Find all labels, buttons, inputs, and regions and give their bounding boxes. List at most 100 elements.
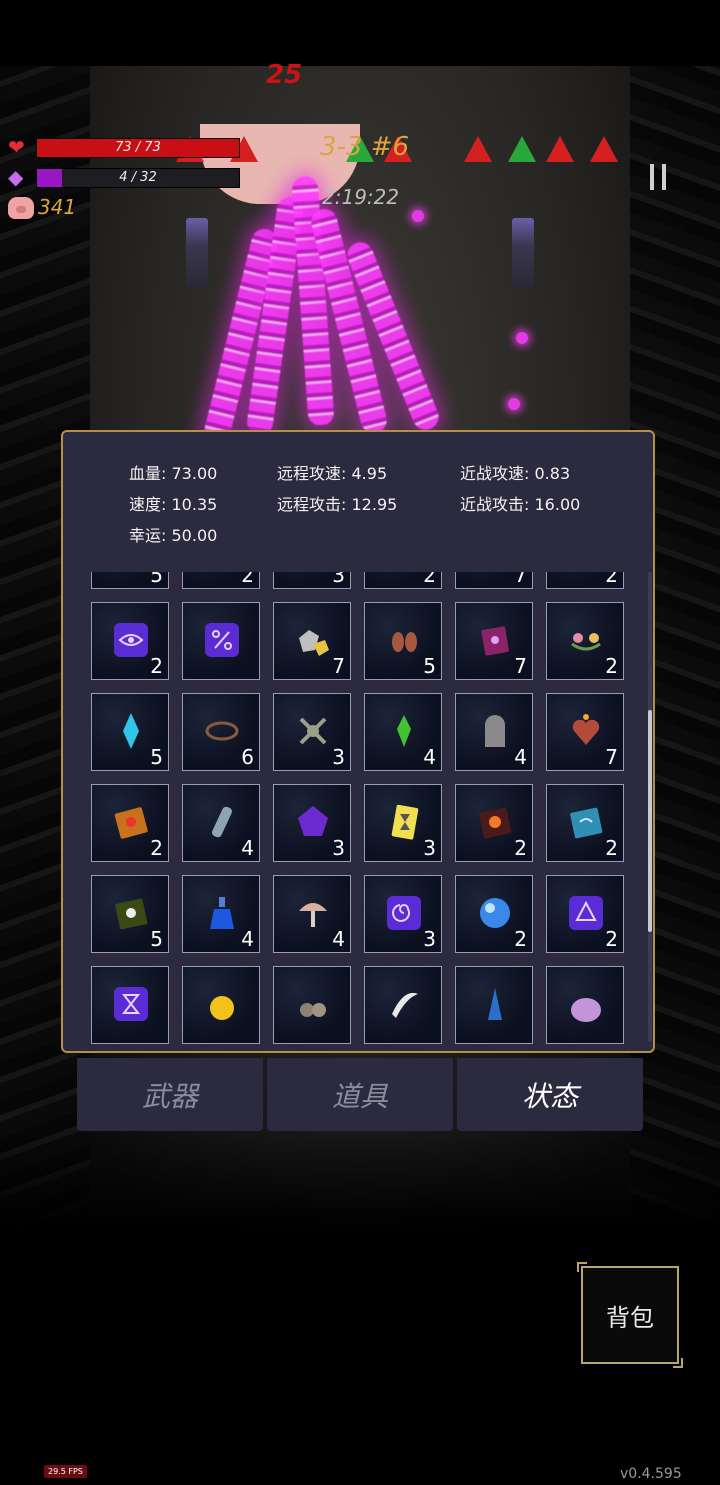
item-slot[interactable] <box>364 966 442 1044</box>
health-text: 73 / 73 <box>115 140 161 155</box>
pause-button[interactable] <box>650 164 668 190</box>
green-skull-book-icon <box>111 893 151 933</box>
tab-weapons[interactable]: 武器 <box>77 1058 263 1131</box>
item-count: 3 <box>423 927 436 951</box>
item-count: 4 <box>514 745 527 769</box>
item-count: 6 <box>241 745 254 769</box>
stat-hp: 血量: 73.00 <box>129 464 218 483</box>
crystal-ball-icon <box>475 893 515 933</box>
run-timer: 2:19:22 <box>322 185 400 209</box>
item-count: 2 <box>423 572 436 587</box>
stat-melee-speed: 近战攻速: 0.83 <box>460 464 571 483</box>
item-slot[interactable]: 4 <box>273 875 351 953</box>
item-slot[interactable] <box>182 966 260 1044</box>
item-slot[interactable]: 3 <box>273 693 351 771</box>
item-grid-viewport[interactable]: 5 2 3 2 7 2 2 7 5 7 2 5 6 3 4 4 7 2 4 3 3 2 2 5 4 4 3 2 2 <box>91 572 631 1048</box>
scrollbar[interactable] <box>648 572 652 1042</box>
item-slot[interactable]: 2 <box>455 784 533 862</box>
item-slot[interactable] <box>455 966 533 1044</box>
item-count: 3 <box>332 572 345 587</box>
health-bar: 73 / 73 <box>36 138 240 158</box>
enemy-marker <box>464 136 492 162</box>
fire-book-icon <box>111 802 151 842</box>
item-slot[interactable] <box>546 966 624 1044</box>
item-count: 7 <box>605 745 618 769</box>
status-panel: 血量: 73.00 远程攻速: 4.95 近战攻速: 0.83 速度: 10.3… <box>61 430 655 1053</box>
item-slot[interactable] <box>91 966 169 1044</box>
item-slot[interactable]: 3 <box>364 784 442 862</box>
item-count: 4 <box>332 927 345 951</box>
item-slot[interactable]: 5 <box>91 572 169 589</box>
item-slot[interactable]: 2 <box>364 572 442 589</box>
percent-rune-icon <box>202 620 242 660</box>
burning-heart-icon <box>566 711 606 751</box>
item-count: 2 <box>605 927 618 951</box>
item-slot[interactable]: 3 <box>364 875 442 953</box>
flower-crown-icon <box>566 620 606 660</box>
item-slot[interactable]: 4 <box>182 875 260 953</box>
stone-pillar <box>512 218 534 288</box>
item-slot[interactable]: 2 <box>546 602 624 680</box>
item-slot[interactable]: 4 <box>455 693 533 771</box>
tab-items[interactable]: 道具 <box>267 1058 453 1131</box>
blue-crystal-icon <box>111 711 151 751</box>
tab-status[interactable]: 状态 <box>457 1058 643 1131</box>
claw-icon <box>384 984 424 1024</box>
tentacle-icon <box>293 711 333 751</box>
item-slot[interactable] <box>182 602 260 680</box>
item-count: 4 <box>423 745 436 769</box>
version-label: v0.4.595 <box>620 1466 682 1482</box>
magic-orb <box>508 398 520 410</box>
damage-number: 25 <box>266 60 303 90</box>
item-count: 5 <box>150 572 163 587</box>
green-gem-icon <box>384 711 424 751</box>
magic-orb <box>412 210 424 222</box>
scrollbar-thumb[interactable] <box>648 710 652 932</box>
item-slot[interactable]: 2 <box>546 875 624 953</box>
bag-button[interactable]: 背包 <box>577 1262 683 1368</box>
potion-vial-icon <box>202 802 242 842</box>
item-slot[interactable]: 3 <box>273 572 351 589</box>
pause-icon <box>650 164 654 190</box>
item-slot[interactable]: 4 <box>364 693 442 771</box>
item-slot[interactable]: 2 <box>546 572 624 589</box>
item-count: 7 <box>332 654 345 678</box>
item-slot[interactable]: 2 <box>455 875 533 953</box>
triangle-rune-icon <box>566 893 606 933</box>
enemy-marker <box>590 136 618 162</box>
item-slot[interactable]: 7 <box>273 602 351 680</box>
item-slot[interactable]: 5 <box>91 693 169 771</box>
blue-spike-icon <box>475 984 515 1024</box>
item-slot[interactable]: 5 <box>364 602 442 680</box>
item-slot[interactable]: 5 <box>91 875 169 953</box>
item-slot[interactable]: 3 <box>273 784 351 862</box>
blue-tome-icon <box>566 802 606 842</box>
item-count: 2 <box>605 572 618 587</box>
stat-speed: 速度: 10.35 <box>129 495 218 514</box>
item-count: 7 <box>514 572 527 587</box>
gold-orb-icon <box>202 984 242 1024</box>
purple-pentagon-gem-icon <box>293 802 333 842</box>
eye-rune-icon <box>111 620 151 660</box>
item-slot[interactable]: 6 <box>182 693 260 771</box>
item-slot[interactable]: 2 <box>91 784 169 862</box>
item-count: 2 <box>514 927 527 951</box>
item-slot[interactable]: 2 <box>182 572 260 589</box>
item-slot[interactable]: 7 <box>455 602 533 680</box>
item-count: 5 <box>423 654 436 678</box>
item-slot[interactable] <box>273 966 351 1044</box>
item-slot[interactable]: 2 <box>91 602 169 680</box>
pause-icon <box>662 164 666 190</box>
stat-melee-attack: 近战攻击: 16.00 <box>460 495 581 514</box>
item-slot[interactable]: 4 <box>182 784 260 862</box>
gloves-icon <box>384 620 424 660</box>
skull-book-icon <box>475 802 515 842</box>
item-count: 2 <box>605 654 618 678</box>
gold-counter: 341 <box>38 195 77 219</box>
item-slot[interactable]: 2 <box>546 784 624 862</box>
mushroom-icon <box>293 893 333 933</box>
item-slot[interactable]: 7 <box>546 693 624 771</box>
stat-luck: 幸运: 50.00 <box>129 526 218 545</box>
item-slot[interactable]: 7 <box>455 572 533 589</box>
enemy-marker <box>508 136 536 162</box>
